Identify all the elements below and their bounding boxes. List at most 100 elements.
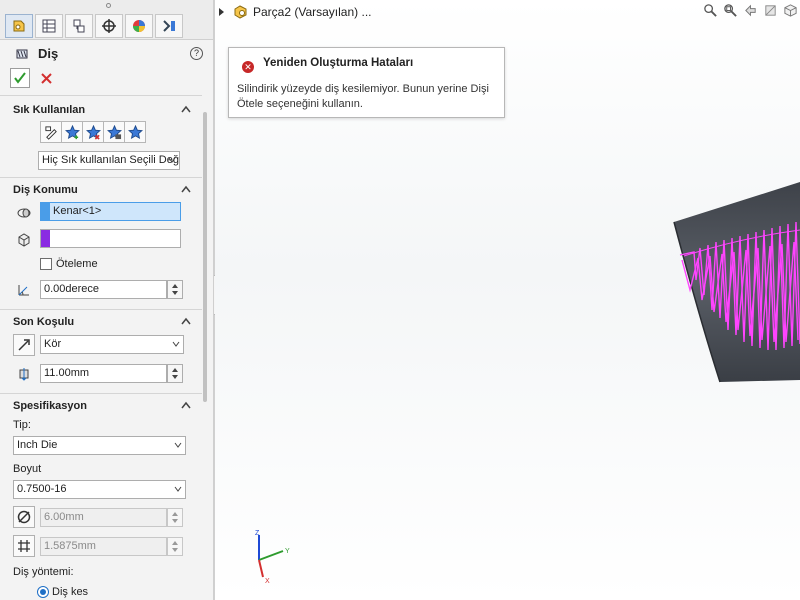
- type-select[interactable]: Inch Die: [13, 436, 186, 455]
- zoom-area-button[interactable]: [722, 2, 738, 18]
- favorites-section-title: Sık Kullanılan: [13, 104, 86, 116]
- error-title: Yeniden Oluşturma Hataları: [263, 57, 414, 69]
- thread-feature-icon: [16, 49, 28, 59]
- configuration-manager-tab[interactable]: [65, 14, 93, 38]
- type-label: Tip:: [13, 419, 31, 431]
- checkmark-icon: [14, 72, 26, 84]
- display-manager-tab[interactable]: [125, 14, 153, 38]
- save-favorite-button[interactable]: [103, 121, 125, 143]
- part-name: Parça2 (Varsayılan) ...: [253, 5, 372, 19]
- x-axis: [258, 559, 264, 578]
- size-value: 0.7500-16: [17, 483, 67, 495]
- display-pie-icon: [133, 20, 145, 32]
- feature-tree-root[interactable]: Parça2 (Varsayılan) ...: [219, 4, 372, 20]
- end-condition-section-title: Son Koşulu: [13, 316, 75, 328]
- panel-scrollbar[interactable]: [203, 112, 207, 402]
- location-section-title: Diş Konumu: [13, 184, 78, 196]
- collapse-caret-icon[interactable]: [181, 185, 191, 193]
- depth-input[interactable]: 11.00mm: [40, 364, 167, 383]
- diameter-input[interactable]: 6.00mm: [40, 508, 167, 527]
- size-select[interactable]: 0.7500-16: [13, 480, 186, 499]
- apply-defaults-button[interactable]: [40, 121, 62, 143]
- ok-button[interactable]: [10, 68, 30, 88]
- property-list-icon: [42, 19, 56, 33]
- cut-thread-label: Diş kes: [52, 586, 89, 598]
- favorites-select[interactable]: Hiç Sık kullanılan Seçili Değ: [38, 151, 180, 170]
- previous-view-button[interactable]: [742, 2, 758, 18]
- cut-thread-radio[interactable]: [37, 586, 49, 598]
- view-orientation-button[interactable]: [782, 2, 798, 18]
- x-axis-label: X: [265, 578, 270, 585]
- star-add-icon: [64, 124, 80, 139]
- start-angle-input[interactable]: 0.00derece: [40, 280, 167, 299]
- more-tab[interactable]: [155, 14, 183, 38]
- start-angle-icon: [14, 280, 34, 300]
- size-label: Boyut: [13, 463, 42, 475]
- expand-arrow-icon[interactable]: [219, 8, 224, 16]
- load-favorite-button[interactable]: [124, 121, 146, 143]
- reverse-direction-icon: [18, 339, 30, 351]
- add-favorite-button[interactable]: [61, 121, 83, 143]
- start-angle-spinner[interactable]: [167, 280, 183, 299]
- property-manager-header: Diş ?: [0, 44, 214, 64]
- favorites-select-value: Hiç Sık kullanılan Seçili Değ: [42, 154, 179, 166]
- feature-title: Diş: [38, 46, 59, 61]
- edge-selection-value: Kenar<1>: [53, 205, 102, 217]
- pitch-spinner[interactable]: [167, 537, 183, 556]
- zoom-area-icon: [723, 3, 737, 17]
- diameter-value: 6.00mm: [44, 511, 84, 523]
- section-view-button[interactable]: [762, 2, 778, 18]
- chevron-down-icon: [174, 486, 182, 492]
- collapse-caret-icon[interactable]: [181, 401, 191, 409]
- more-icon: [163, 20, 175, 32]
- override-diameter-button[interactable]: [13, 506, 35, 528]
- cube-view-icon: [783, 3, 797, 17]
- face-selection-icon: [14, 230, 34, 250]
- type-value: Inch Die: [17, 439, 58, 451]
- specification-section-title: Spesifikasyon: [13, 400, 87, 412]
- end-condition-value: Kör: [44, 338, 62, 350]
- edge-color-swatch: [41, 203, 50, 220]
- crosshair-icon: [102, 19, 116, 33]
- offset-checkbox[interactable]: [40, 258, 52, 270]
- feature-manager-tab[interactable]: [5, 14, 33, 38]
- edge-selection-box[interactable]: Kenar<1>: [40, 202, 181, 221]
- property-manager-tab[interactable]: [35, 14, 63, 38]
- panel-grip[interactable]: [106, 3, 111, 8]
- collapse-caret-icon[interactable]: [181, 317, 191, 325]
- end-condition-select[interactable]: Kör: [40, 335, 184, 354]
- z-axis-label: Z: [255, 530, 260, 537]
- apply-defaults-icon: [44, 125, 57, 140]
- part-model-view[interactable]: [660, 160, 800, 400]
- part-icon: [234, 5, 247, 19]
- graphics-area[interactable]: Parça2 (Varsayılan) ... ✕ Yeniden Oluştu…: [215, 0, 800, 600]
- pitch-input[interactable]: 1.5875mm: [40, 537, 167, 556]
- zoom-to-fit-button[interactable]: [702, 2, 718, 18]
- chevron-down-icon: [168, 157, 176, 163]
- depth-value: 11.00mm: [44, 367, 90, 379]
- divider: [0, 309, 202, 310]
- star-delete-icon: [85, 124, 101, 140]
- delete-favorite-button[interactable]: [82, 121, 104, 143]
- zoom-fit-icon: [703, 3, 717, 17]
- y-axis-label: Y: [285, 548, 290, 555]
- override-pitch-button[interactable]: [13, 535, 35, 557]
- section-view-icon: [764, 4, 776, 16]
- configuration-icon: [73, 19, 85, 33]
- star-load-icon: [127, 124, 143, 139]
- star-save-icon: [106, 124, 122, 139]
- diameter-spinner[interactable]: [167, 508, 183, 527]
- y-axis: [258, 550, 284, 561]
- dimxpert-tab[interactable]: [95, 14, 123, 38]
- property-manager-panel: Diş ? Sık Kullanılan Hiç Sık kullanılan …: [0, 0, 214, 600]
- favorites-toolbar: [40, 121, 146, 143]
- feature-tree-icon: [13, 20, 25, 32]
- collapse-caret-icon[interactable]: [181, 105, 191, 113]
- depth-spinner[interactable]: [167, 364, 183, 383]
- face-selection-box[interactable]: [40, 229, 181, 248]
- cancel-button[interactable]: [38, 70, 54, 86]
- reverse-direction-button[interactable]: [13, 334, 35, 356]
- thread-method-label: Diş yöntemi:: [13, 566, 74, 578]
- help-icon[interactable]: ?: [190, 47, 203, 60]
- previous-view-icon: [744, 4, 756, 16]
